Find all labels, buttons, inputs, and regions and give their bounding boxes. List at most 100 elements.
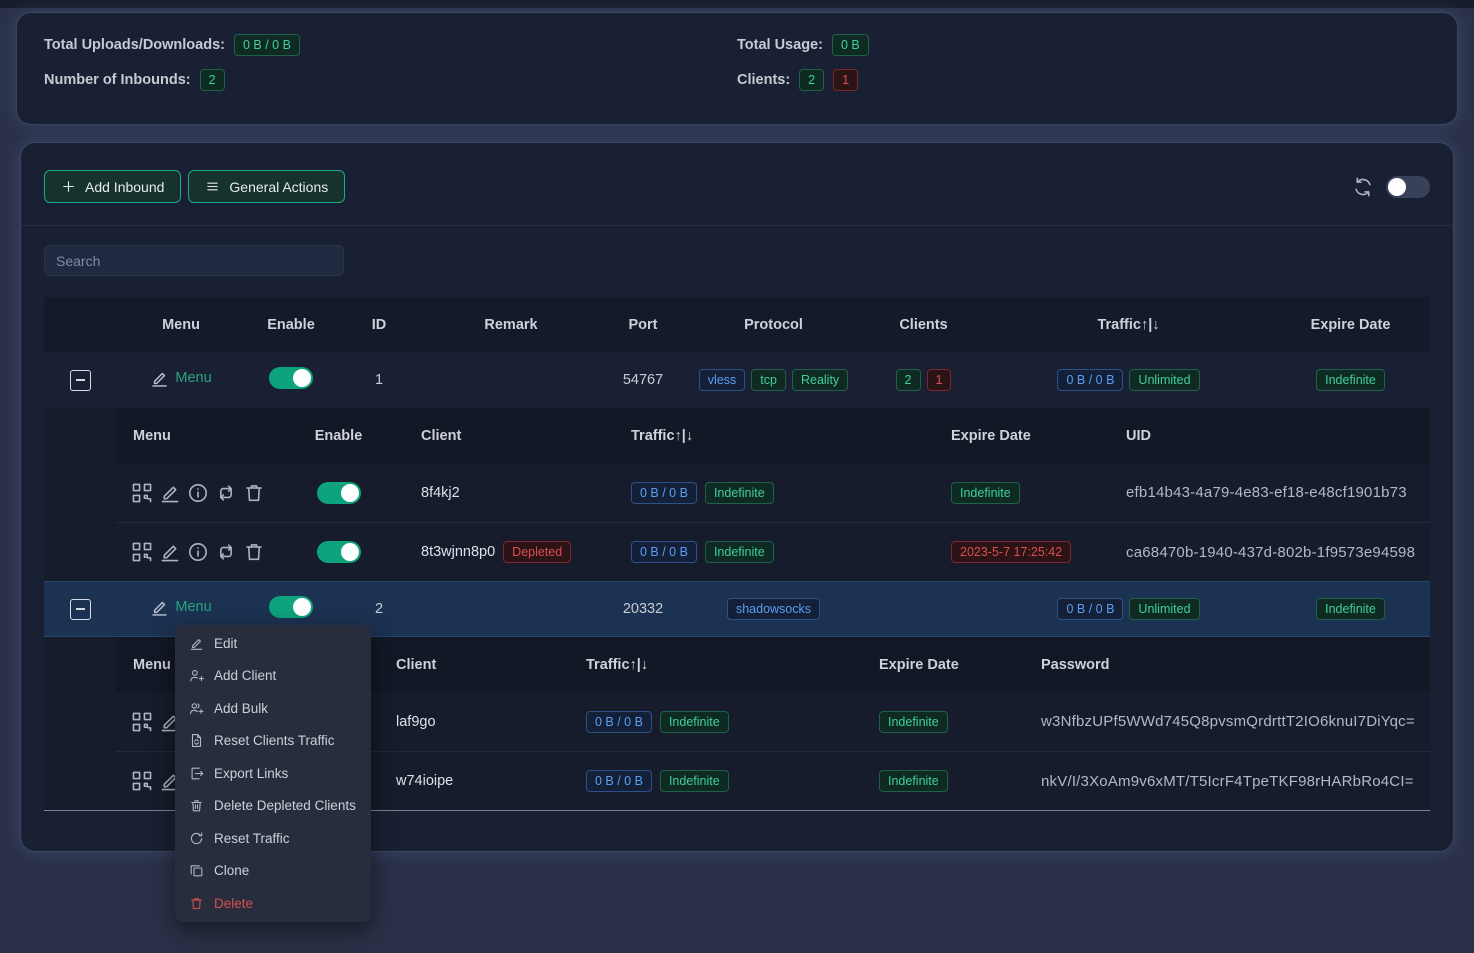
stats-card: Total Uploads/Downloads: 0 B / 0 B Total… — [16, 12, 1458, 125]
menu-item-reset-clients-traffic[interactable]: Reset Clients Traffic — [175, 725, 371, 758]
reset-client-traffic-icon[interactable] — [215, 482, 237, 504]
expire-badge: Indefinite — [951, 482, 1020, 504]
traffic-badge: 0 B / 0 B — [1057, 369, 1123, 391]
inbound-menu-label: Menu — [175, 599, 211, 615]
client-table-header: Enable — [301, 428, 376, 444]
client-enable-cell — [301, 541, 376, 563]
delete-client-icon[interactable] — [243, 541, 265, 563]
header-traffic-sort[interactable]: Traffic↑|↓ — [1097, 317, 1159, 333]
general-actions-button[interactable]: General Actions — [188, 170, 345, 203]
refresh-icon[interactable] — [1352, 176, 1374, 198]
reset-client-traffic-icon[interactable] — [215, 541, 237, 563]
menu-item-label: Edit — [214, 636, 237, 651]
menu-item-edit[interactable]: Edit — [175, 627, 371, 660]
auto-refresh-toggle[interactable] — [1386, 176, 1430, 198]
inbound-id: 1 — [375, 372, 383, 388]
clients-active-badge: 2 — [896, 369, 921, 391]
traffic-badge: 0 B / 0 B — [631, 482, 697, 504]
menu-item-add-client[interactable]: Add Client — [175, 660, 371, 693]
info-icon[interactable] — [187, 482, 209, 504]
file-sync-icon — [189, 733, 204, 748]
context-menu: Edit Add Client Add Bulk Reset Clients Traf… — [175, 625, 371, 922]
inbound-menu-button[interactable]: Menu — [150, 369, 211, 388]
inbound-enable-switch[interactable] — [269, 367, 313, 389]
stat-value-badge: 2 — [200, 69, 225, 91]
edit-client-icon[interactable] — [159, 482, 181, 504]
inbound-port: 20332 — [623, 601, 663, 617]
stat-value-badge: 0 B / 0 B — [234, 34, 300, 56]
client-name-cell: 8f4kj2 — [376, 485, 601, 501]
menu-item-add-bulk[interactable]: Add Bulk — [175, 692, 371, 725]
traffic-limit-badge: Indefinite — [660, 770, 729, 792]
search-row — [44, 245, 1430, 276]
qrcode-icon[interactable] — [131, 711, 153, 733]
enable-cell — [269, 596, 313, 622]
stat-total-usage: Total Usage: 0 B — [737, 32, 1430, 58]
inbound-row: Menu154767vlesstcpReality210 B / 0 BUnli… — [44, 352, 1430, 408]
client-expire: Indefinite — [871, 770, 1031, 792]
toggle-knob — [293, 598, 311, 616]
inbound-expire: Indefinite — [1316, 369, 1385, 391]
menu-item-delete-depleted-clients[interactable]: Delete Depleted Clients — [175, 790, 371, 823]
menu-item-clone[interactable]: Clone — [175, 855, 371, 888]
info-icon[interactable] — [187, 541, 209, 563]
sync-icon — [189, 831, 204, 846]
traffic-limit-badge: Unlimited — [1129, 369, 1199, 391]
inbound-port: 54767 — [623, 372, 663, 388]
header-enable: Enable — [267, 317, 315, 333]
client-uid: ca68470b-1940-437d-802b-1f9573e94598 — [1106, 544, 1430, 561]
qrcode-icon[interactable] — [131, 482, 153, 504]
collapse-row-button[interactable] — [70, 599, 91, 620]
inbound-menu-button[interactable]: Menu — [150, 598, 211, 617]
add-inbound-button[interactable]: Add Inbound — [44, 170, 181, 203]
inbound-protocol-tags: shadowsocks — [727, 598, 820, 620]
clients-depleted-badge: 1 — [833, 69, 858, 91]
inbound-clients-count: 21 — [896, 369, 952, 391]
client-traffic: 0 B / 0 BIndefinite — [601, 541, 916, 563]
menu-cell: Menu — [150, 598, 211, 621]
client-enable-switch[interactable] — [317, 541, 361, 563]
client-enable-switch[interactable] — [317, 482, 361, 504]
qrcode-icon[interactable] — [131, 770, 153, 792]
depleted-badge: Depleted — [503, 541, 571, 563]
menu-item-label: Clone — [214, 863, 249, 878]
client-name: 8f4kj2 — [421, 485, 460, 501]
menu-item-label: Delete Depleted Clients — [214, 798, 356, 813]
search-input[interactable] — [44, 245, 344, 276]
client-name: laf9go — [396, 714, 436, 730]
qrcode-icon[interactable] — [131, 541, 153, 563]
menu-item-label: Reset Clients Traffic — [214, 733, 335, 748]
client-table-header: Menu — [116, 428, 301, 444]
edit-client-icon[interactable] — [159, 541, 181, 563]
client-table-header: UID — [1106, 428, 1430, 444]
client-header-traffic-sort[interactable]: Traffic↑|↓ — [556, 657, 871, 673]
stat-label: Clients: — [737, 72, 790, 88]
client-table: MenuEnableClientTraffic↑|↓Expire DateUID… — [44, 408, 1430, 581]
client-expire: Indefinite — [916, 482, 1106, 504]
protocol-tag: tcp — [751, 369, 786, 391]
client-name: w74ioipe — [396, 773, 453, 789]
client-actions — [116, 482, 301, 504]
inbound-protocol-tags: vless tcp Reality — [699, 369, 848, 391]
collapse-row-button[interactable] — [70, 370, 91, 391]
client-name: 8t3wjnn8p0 — [421, 544, 495, 560]
client-row: 8t3wjnn8p0Depleted0 B / 0 BIndefinite202… — [116, 522, 1430, 581]
inbound-enable-switch[interactable] — [269, 596, 313, 618]
menu-item-label: Add Client — [214, 668, 276, 683]
toolbar: Add Inbound General Actions — [44, 170, 1430, 203]
protocol-tag: vless — [699, 369, 745, 391]
clients-depleted-badge: 1 — [927, 369, 952, 391]
traffic-badge: 0 B / 0 B — [586, 770, 652, 792]
protocol-tag: Reality — [792, 369, 848, 391]
header-remark: Remark — [484, 317, 537, 333]
menu-item-reset-traffic[interactable]: Reset Traffic — [175, 822, 371, 855]
menu-item-delete[interactable]: Delete — [175, 887, 371, 920]
client-header-traffic-sort[interactable]: Traffic↑|↓ — [601, 428, 916, 444]
menu-item-export-links[interactable]: Export Links — [175, 757, 371, 790]
menu-bars-icon — [205, 179, 220, 194]
client-table-header-row: MenuEnableClientTraffic↑|↓Expire DateUID — [116, 408, 1430, 463]
client-table-header: Expire Date — [871, 657, 1031, 673]
traffic-badge: 0 B / 0 B — [586, 711, 652, 733]
delete-client-icon[interactable] — [243, 482, 265, 504]
expire-badge: Indefinite — [1316, 598, 1385, 620]
